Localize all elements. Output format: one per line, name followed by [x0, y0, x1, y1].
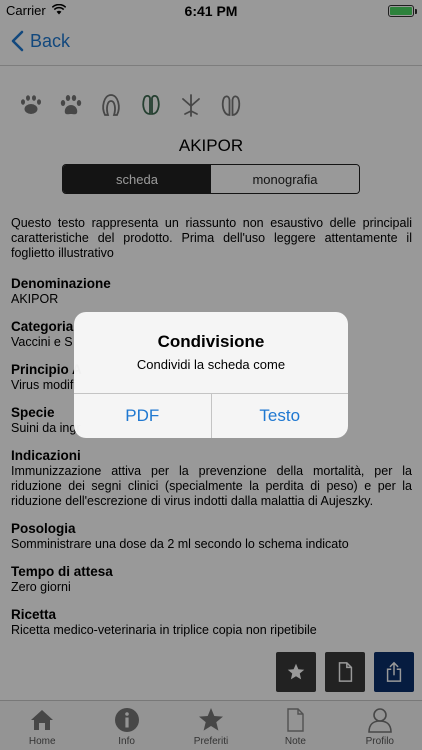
share-alert: Condivisione Condividi la scheda come PD… [74, 312, 348, 438]
pdf-button[interactable]: PDF [74, 394, 211, 438]
alert-message: Condividi la scheda come [136, 357, 286, 372]
alert-title: Condivisione [157, 332, 265, 351]
text-button[interactable]: Testo [210, 394, 349, 438]
alert-actions: PDF Testo [74, 393, 348, 438]
